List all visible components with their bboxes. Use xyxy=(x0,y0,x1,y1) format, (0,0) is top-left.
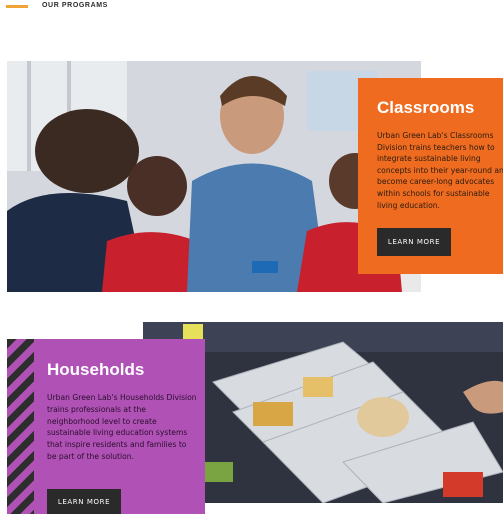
households-title: Households xyxy=(47,360,145,379)
section-eyebrow: OUR PROGRAMS xyxy=(42,2,108,9)
households-card: Households Urban Green Lab's Households … xyxy=(7,339,205,514)
households-description: Urban Green Lab's Households Division tr… xyxy=(47,393,197,461)
classrooms-description: Urban Green Lab's Classrooms Division tr… xyxy=(377,131,503,210)
eyebrow-accent-bar xyxy=(6,5,28,8)
decorative-stripes xyxy=(7,339,34,514)
households-learn-more-button[interactable]: LEARN MORE xyxy=(47,489,121,514)
classrooms-learn-more-button[interactable]: LEARN MORE xyxy=(377,228,451,256)
classrooms-title: Classrooms xyxy=(377,98,475,117)
classrooms-card: Classrooms Urban Green Lab's Classrooms … xyxy=(358,78,503,274)
